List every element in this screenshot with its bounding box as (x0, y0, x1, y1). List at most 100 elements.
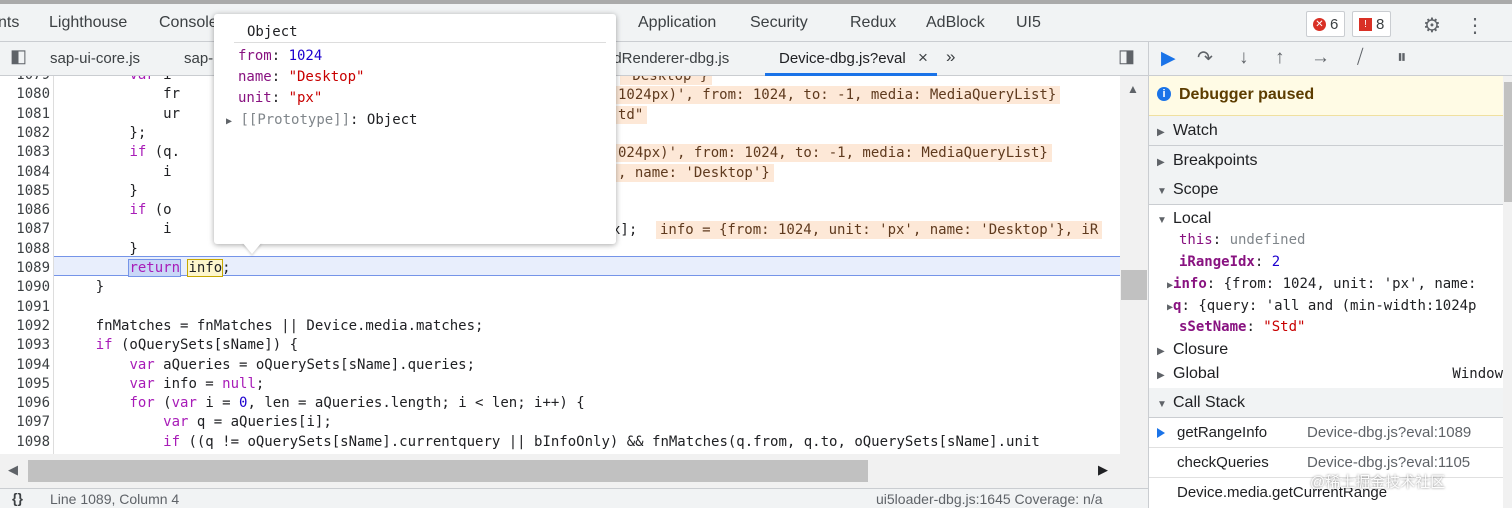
scope-variable-row[interactable]: sSetName: "Std" (1167, 319, 1305, 335)
file-tab-device-dbg[interactable]: Device-dbg.js?eval (779, 50, 906, 67)
issues-count-badge[interactable]: ! 8 (1352, 11, 1392, 37)
scroll-right-icon[interactable]: ▶ (1098, 462, 1108, 478)
error-icon: ✕ (1313, 17, 1326, 31)
watch-section-header[interactable]: ▶ Watch (1149, 116, 1512, 146)
tab-ui5[interactable]: UI5 (1016, 14, 1041, 32)
step-out-icon[interactable]: ↑ (1275, 47, 1285, 69)
coverage-status[interactable]: ui5loader-dbg.js:1645 Coverage: n/a (876, 491, 1103, 507)
scope-global-header[interactable]: ▶ Global Window (1157, 365, 1503, 383)
close-tab-icon[interactable]: × (918, 48, 928, 68)
deactivate-breakpoints-icon[interactable]: ⧸ (1357, 47, 1363, 69)
pretty-print-icon[interactable]: {} (12, 490, 23, 506)
step-over-icon[interactable]: ↷ (1197, 47, 1213, 70)
line-number[interactable]: 1085 (0, 182, 50, 201)
vertical-scroll-thumb[interactable] (1121, 270, 1147, 300)
editor-status-bar: {} Line 1089, Column 4 ui5loader-dbg.js:… (0, 488, 1148, 508)
popover-property-row: from: 1024 (238, 48, 323, 64)
inline-value-annotation: 1024px)', from: 1024, to: -1, media: Med… (614, 86, 1061, 105)
pause-on-exceptions-icon[interactable]: ⏸ (1397, 47, 1407, 69)
line-number[interactable]: 1084 (0, 163, 50, 182)
scope-variable-row[interactable]: iRangeIdx: 2 (1167, 254, 1280, 270)
tab-redux[interactable]: Redux (850, 14, 896, 32)
more-options-icon[interactable]: ⋮ (1465, 13, 1485, 38)
debugger-toolbar: ▶︎ ↷ ↓ ↑ → ⧸ ⏸ (1149, 42, 1512, 76)
call-stack-section-header[interactable]: ▼ Call Stack (1149, 388, 1512, 418)
more-tabs-icon[interactable]: » (946, 47, 955, 67)
scope-closure-header[interactable]: ▶ Closure (1157, 341, 1228, 359)
debugger-sidebar: ▶︎ ↷ ↓ ↑ → ⧸ ⏸ i Debugger paused ▶ Watch … (1148, 42, 1512, 508)
object-preview-popover: Object from: 1024 name: "Desktop" unit: … (214, 14, 616, 254)
line-number-gutter[interactable]: 1079108010811082108310841085108610871088… (0, 76, 54, 454)
sidebar-scroll-thumb[interactable] (1504, 82, 1512, 202)
line-number[interactable]: 1083 (0, 143, 50, 162)
line-number[interactable]: 1090 (0, 278, 50, 297)
toggle-debugger-icon[interactable]: ◨ (1118, 46, 1135, 67)
line-number[interactable]: 1097 (0, 413, 50, 432)
issue-count: 8 (1376, 15, 1385, 33)
prototype-row[interactable]: ▶ [[Prototype]]: Object (226, 112, 417, 128)
scope-variable-row[interactable]: ▶q: {query: 'all and (min-width:1024p (1167, 298, 1476, 314)
resume-icon[interactable]: ▶︎ (1161, 47, 1176, 70)
code-line: } (62, 182, 138, 199)
toggle-navigator-icon[interactable]: ◧ (10, 46, 27, 67)
call-frame[interactable]: getRangeInfo Device-dbg.js?eval:1089 (1149, 418, 1512, 448)
error-count: 6 (1330, 15, 1339, 33)
watermark: @稀土掘金技术社区 (1310, 474, 1446, 491)
scope-section-header[interactable]: ▼ Scope (1149, 175, 1512, 205)
tab-application[interactable]: Application (638, 14, 716, 32)
step-icon[interactable]: → (1311, 47, 1330, 69)
tab-security[interactable]: Security (750, 14, 808, 32)
popover-title: Object (247, 24, 298, 40)
error-count-badge[interactable]: ✕ 6 (1306, 11, 1346, 37)
inline-value-annotation: info = {from: 1024, unit: 'px', name: 'D… (656, 221, 1103, 240)
tab-elements[interactable]: nts (0, 14, 19, 32)
line-number[interactable]: 1088 (0, 240, 50, 259)
scroll-left-icon[interactable]: ◀ (8, 462, 18, 478)
code-line: }; (62, 124, 147, 141)
scope-variable-row[interactable]: ▶info: {from: 1024, unit: 'px', name: (1167, 276, 1476, 292)
breakpoints-section-header[interactable]: ▶ Breakpoints (1149, 146, 1512, 176)
line-number[interactable]: 1080 (0, 85, 50, 104)
line-number[interactable]: 1086 (0, 201, 50, 220)
line-number[interactable]: 1082 (0, 124, 50, 143)
code-line: if ((q != oQuerySets[sName].currentquery… (163, 433, 1040, 450)
code-line: return info; (128, 259, 231, 277)
code-line: } (62, 240, 138, 257)
code-line: fnMatches = fnMatches || Device.media.ma… (62, 317, 484, 334)
line-number[interactable]: 1092 (0, 317, 50, 336)
line-number[interactable]: 1091 (0, 298, 50, 317)
inline-value-annotation: td" (614, 105, 648, 124)
line-number[interactable]: 1094 (0, 356, 50, 375)
line-number[interactable]: 1093 (0, 336, 50, 355)
tab-adblock[interactable]: AdBlock (926, 14, 985, 32)
code-line: if (q. (129, 144, 181, 161)
code-line: var q = aQueries[i]; (163, 414, 332, 431)
file-tab-renderer[interactable]: idRenderer-dbg.js (610, 50, 729, 67)
tab-console[interactable]: Console (159, 14, 218, 32)
line-number[interactable]: 1081 (0, 105, 50, 124)
file-tab-sap-ui-core[interactable]: sap-ui-core.js (50, 50, 140, 67)
scope-variable-row[interactable]: this: undefined (1167, 232, 1305, 248)
file-tab-sap[interactable]: sap- (184, 50, 213, 67)
line-number[interactable]: 1087 (0, 220, 50, 239)
line-number[interactable]: 1079 (0, 76, 50, 85)
tab-lighthouse[interactable]: Lighthouse (49, 14, 127, 32)
settings-gear-icon[interactable]: ⚙ (1423, 13, 1441, 38)
code-line: } (62, 279, 105, 296)
code-line: if (oQuerySets[sName]) { (95, 337, 299, 354)
scope-local-header[interactable]: ▼ Local (1157, 210, 1211, 228)
vertical-scrollbar[interactable] (1120, 76, 1148, 454)
code-line: if (o (129, 202, 172, 219)
code-line: i (62, 163, 172, 180)
info-icon: i (1157, 87, 1171, 101)
line-number[interactable]: 1089 (0, 259, 50, 278)
code-line: var info = null; (129, 375, 265, 392)
line-number[interactable]: 1096 (0, 394, 50, 413)
line-number[interactable]: 1095 (0, 375, 50, 394)
scroll-up-icon[interactable]: ▲ (1127, 82, 1139, 96)
line-number[interactable]: 1098 (0, 433, 50, 452)
step-into-icon[interactable]: ↓ (1239, 47, 1249, 69)
code-line: fr (62, 86, 181, 103)
horizontal-scroll-thumb[interactable] (28, 460, 868, 482)
popover-property-row: name: "Desktop" (238, 69, 365, 85)
